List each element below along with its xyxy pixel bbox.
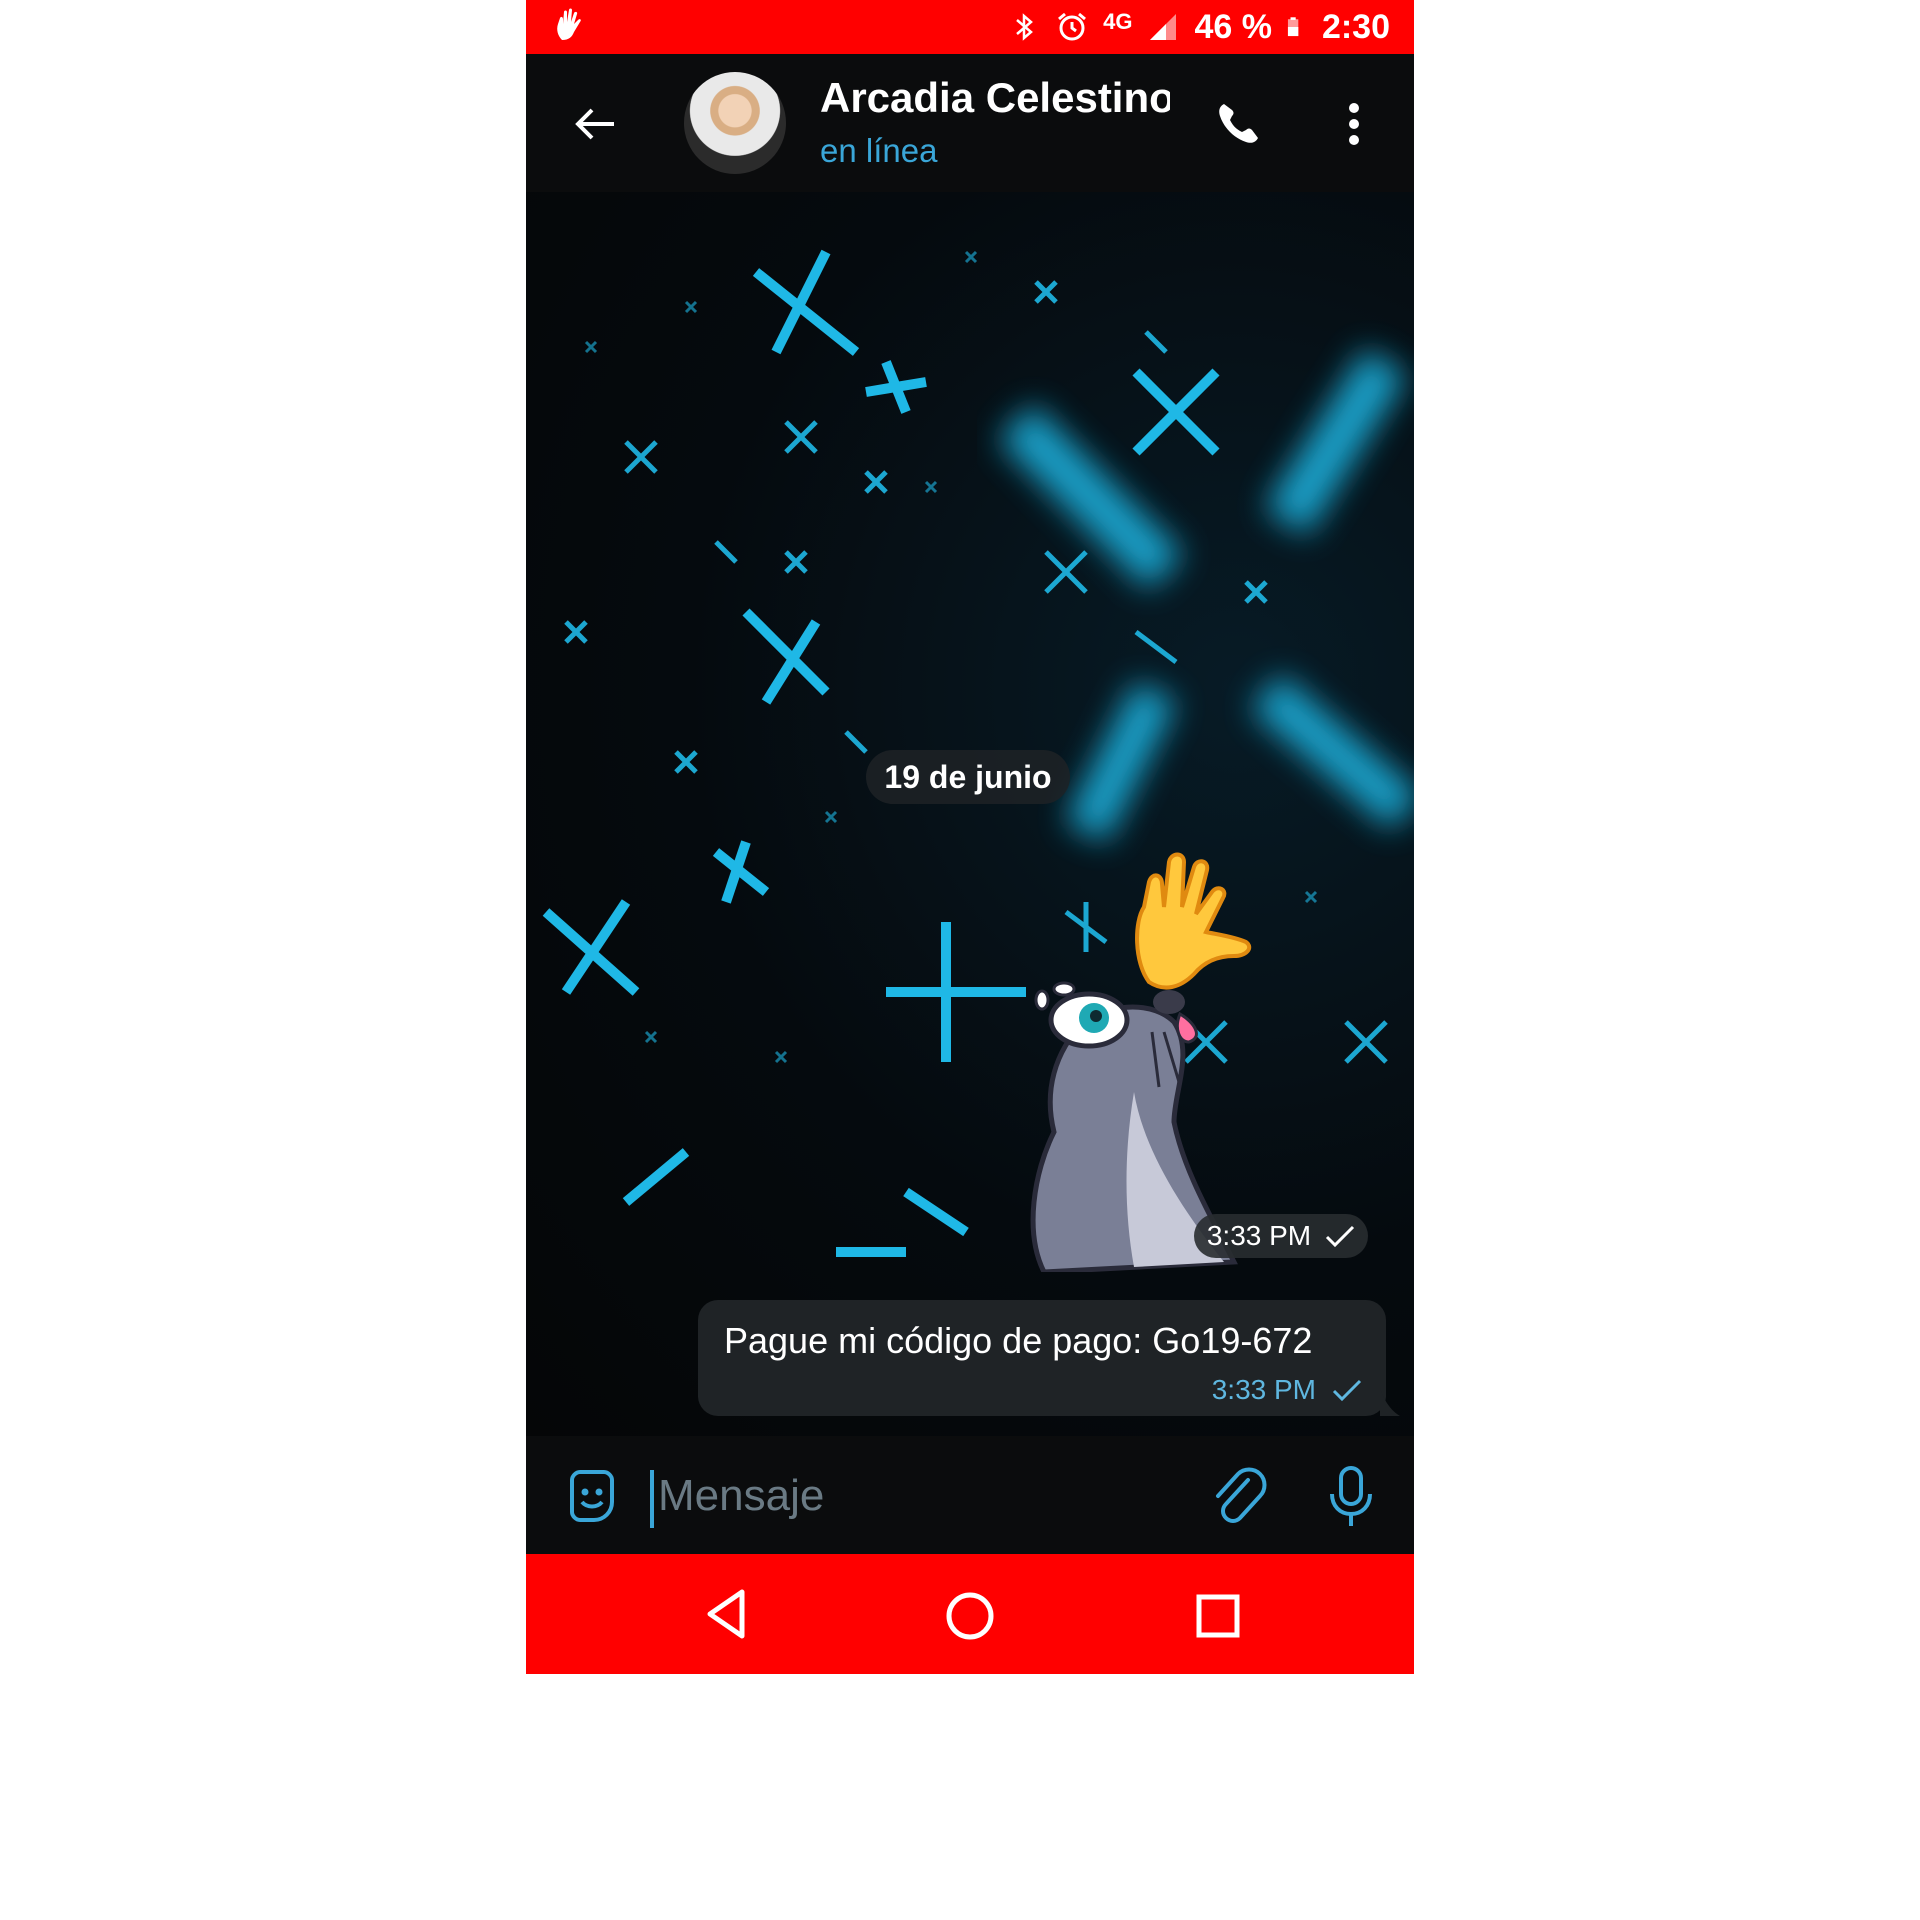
nav-home-icon[interactable] (944, 1590, 996, 1642)
seal-waving-hand-sticker[interactable] (984, 852, 1284, 1272)
chat-area[interactable]: 19 de junio 3:33 PM Pague mi código de p… (526, 192, 1414, 1436)
contact-status: en línea (820, 132, 938, 169)
battery-icon (1287, 17, 1299, 37)
sticker-time-text: 3:33 PM (1206, 1220, 1312, 1251)
clock: 2:30 (1321, 7, 1390, 46)
bubble-tail (1380, 1388, 1400, 1416)
status-bar: 4G 46 % 2:30 (526, 0, 1414, 54)
back-arrow-icon[interactable] (566, 94, 626, 154)
sent-check-icon (1326, 1225, 1355, 1248)
more-vert-icon[interactable] (1334, 96, 1374, 152)
microphone-icon[interactable] (1326, 1464, 1376, 1528)
phone-screen: 4G 46 % 2:30 Arcadia Celestino en línea (526, 0, 1414, 1674)
contact-avatar[interactable] (684, 72, 786, 174)
message-text: Pague mi código de pago: Go19-672 (724, 1320, 1313, 1361)
battery-percent: 46 % (1194, 7, 1272, 46)
date-separator: 19 de junio (866, 750, 1070, 804)
navigation-bar (526, 1554, 1414, 1674)
paperclip-icon[interactable] (1208, 1466, 1268, 1526)
message-time-text: 3:33 PM (1211, 1374, 1316, 1405)
message-input-bar (526, 1436, 1414, 1554)
hand-notification-icon (557, 8, 581, 40)
message-input[interactable] (656, 1462, 1180, 1530)
nav-back-icon[interactable] (702, 1588, 752, 1640)
bluetooth-icon (1016, 13, 1033, 41)
alarm-icon (1058, 12, 1087, 41)
message-timestamp: 3:33 PM (1212, 1374, 1362, 1406)
chat-header: Arcadia Celestino en línea (526, 54, 1414, 192)
outgoing-message-bubble[interactable]: Pague mi código de pago: Go19-672 3:33 P… (698, 1300, 1386, 1416)
signal-icon (1150, 14, 1177, 40)
sticker-timestamp: 3:33 PM (1194, 1214, 1368, 1258)
phone-icon[interactable] (1210, 96, 1266, 152)
sent-check-icon (1332, 1379, 1362, 1402)
text-caret (650, 1470, 654, 1528)
nav-recents-icon[interactable] (1196, 1594, 1240, 1638)
sticker-emoji-icon[interactable] (562, 1466, 622, 1526)
network-type: 4G (1103, 9, 1133, 34)
contact-name[interactable]: Arcadia Celestino (820, 74, 1170, 122)
